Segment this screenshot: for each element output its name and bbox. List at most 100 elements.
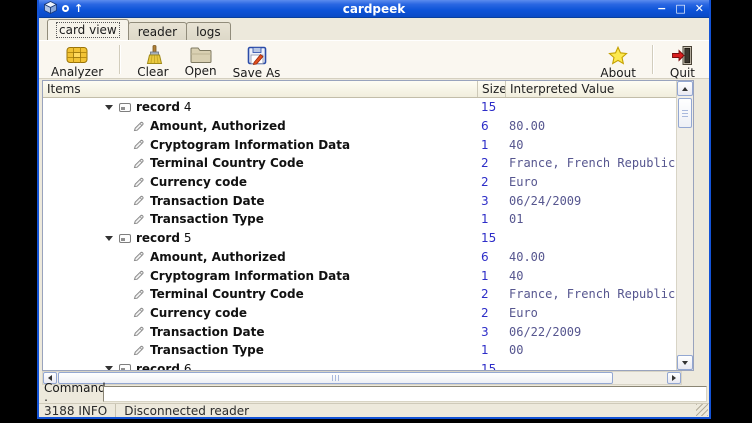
item-interpreted-value: France, French Republic bbox=[505, 156, 676, 170]
folder-icon bbox=[189, 45, 213, 64]
broom-icon bbox=[142, 45, 164, 65]
tree-row[interactable]: Transaction Type 1 01 bbox=[43, 210, 676, 229]
tree-row[interactable]: Cryptogram Information Data 1 40 bbox=[43, 135, 676, 154]
floppy-save-as-icon bbox=[246, 45, 268, 66]
expander-icon[interactable] bbox=[105, 105, 113, 110]
record-icon bbox=[119, 234, 131, 243]
tree-row[interactable]: Transaction Date 3 06/22/2009 bbox=[43, 322, 676, 341]
scroll-right-button[interactable] bbox=[667, 372, 681, 384]
pencil-icon bbox=[132, 269, 145, 282]
quit-button[interactable]: Quit bbox=[662, 42, 703, 77]
tree-row[interactable]: Transaction Date 3 06/24/2009 bbox=[43, 191, 676, 210]
command-input[interactable] bbox=[103, 386, 707, 402]
item-interpreted-value: 40 bbox=[505, 269, 676, 283]
vertical-scrollbar-thumb[interactable] bbox=[678, 98, 692, 128]
item-interpreted-value: Euro bbox=[505, 175, 676, 189]
item-name: record bbox=[136, 362, 180, 370]
item-interpreted-value: Euro bbox=[505, 306, 676, 320]
item-name: Cryptogram Information Data bbox=[150, 138, 350, 152]
close-icon[interactable]: ✕ bbox=[695, 3, 704, 14]
minimize-icon[interactable]: − bbox=[657, 3, 666, 14]
column-header-size[interactable]: Size bbox=[477, 81, 505, 97]
item-id: 6 bbox=[184, 362, 192, 370]
status-message: Disconnected reader bbox=[116, 404, 249, 418]
item-interpreted-value: 01 bbox=[505, 212, 676, 226]
item-name: Transaction Type bbox=[150, 343, 264, 357]
tree-row[interactable]: record 6 15 bbox=[43, 360, 676, 370]
tree-row[interactable]: Terminal Country Code 2 France, French R… bbox=[43, 154, 676, 173]
item-name: Terminal Country Code bbox=[150, 156, 304, 170]
item-name: Transaction Type bbox=[150, 212, 264, 226]
item-name: Amount, Authorized bbox=[150, 250, 286, 264]
expander-icon[interactable] bbox=[105, 236, 113, 241]
pencil-icon bbox=[132, 288, 145, 301]
about-button[interactable]: About bbox=[592, 42, 643, 77]
column-header-interpreted-value[interactable]: Interpreted Value bbox=[505, 81, 676, 97]
vertical-scrollbar[interactable] bbox=[676, 81, 693, 370]
tree-row[interactable]: Amount, Authorized 6 80.00 bbox=[43, 117, 676, 136]
pencil-icon bbox=[132, 325, 145, 338]
item-interpreted-value: 80.00 bbox=[505, 119, 676, 133]
tree-row[interactable]: record 4 15 bbox=[43, 98, 676, 117]
toolbar-spacer bbox=[288, 42, 592, 77]
pencil-icon bbox=[132, 194, 145, 207]
tree-row[interactable]: Transaction Type 1 00 bbox=[43, 341, 676, 360]
scroll-up-button[interactable] bbox=[677, 81, 693, 96]
exit-door-icon bbox=[671, 45, 693, 66]
expander-icon[interactable] bbox=[105, 366, 113, 370]
resize-grip[interactable] bbox=[696, 404, 708, 416]
tab-card-view[interactable]: card view bbox=[47, 19, 129, 40]
item-id: 5 bbox=[184, 231, 192, 245]
tab-logs[interactable]: logs bbox=[186, 22, 231, 40]
analyzer-button[interactable]: Analyzer bbox=[43, 42, 111, 77]
horizontal-scrollbar-thumb[interactable] bbox=[58, 372, 613, 384]
toolbar: Analyzer Clear bbox=[39, 40, 709, 79]
window-shade-arrow-icon[interactable]: ↑ bbox=[74, 2, 83, 15]
window-menu-circle-icon[interactable] bbox=[62, 5, 69, 12]
horizontal-scrollbar-trough[interactable] bbox=[57, 372, 667, 384]
item-size: 15 bbox=[477, 362, 505, 370]
status-log-id: 3188 INFO bbox=[39, 404, 116, 417]
toolbar-separator bbox=[652, 45, 654, 74]
pencil-icon bbox=[132, 120, 145, 133]
open-button[interactable]: Open bbox=[177, 42, 225, 77]
status-bar: 3188 INFO Disconnected reader bbox=[39, 403, 709, 417]
scroll-down-button[interactable] bbox=[677, 355, 693, 370]
card-tree-view: Items Size Interpreted Value record 4 15… bbox=[42, 80, 694, 371]
chip-card-icon bbox=[65, 45, 89, 65]
item-interpreted-value: France, French Republic bbox=[505, 287, 676, 301]
toolbar-separator bbox=[119, 45, 121, 74]
app-cube-icon[interactable] bbox=[44, 0, 57, 18]
item-size: 2 bbox=[477, 306, 505, 320]
item-size: 2 bbox=[477, 287, 505, 301]
item-name: record bbox=[136, 100, 180, 114]
maximize-icon[interactable]: □ bbox=[675, 3, 685, 14]
tree-row[interactable]: Currency code 2 Euro bbox=[43, 173, 676, 192]
tree-row[interactable]: Amount, Authorized 6 40.00 bbox=[43, 248, 676, 267]
item-size: 1 bbox=[477, 343, 505, 357]
column-header-items[interactable]: Items bbox=[43, 81, 477, 97]
save-as-button[interactable]: Save As bbox=[225, 42, 289, 77]
pencil-icon bbox=[132, 157, 145, 170]
item-name: Terminal Country Code bbox=[150, 287, 304, 301]
horizontal-scrollbar[interactable] bbox=[42, 371, 682, 385]
item-interpreted-value: 40 bbox=[505, 138, 676, 152]
tab-reader[interactable]: reader bbox=[128, 22, 187, 40]
pencil-icon bbox=[132, 250, 145, 263]
item-size: 1 bbox=[477, 269, 505, 283]
item-name: Cryptogram Information Data bbox=[150, 269, 350, 283]
tree-row[interactable]: Cryptogram Information Data 1 40 bbox=[43, 266, 676, 285]
item-name: Currency code bbox=[150, 175, 247, 189]
titlebar[interactable]: ↑ cardpeek − □ ✕ bbox=[39, 0, 709, 18]
item-size: 1 bbox=[477, 212, 505, 226]
tree-rows: record 4 15 Amount, Authorized 6 80.00 C bbox=[43, 98, 676, 370]
record-icon bbox=[119, 103, 131, 112]
tree-row[interactable]: Currency code 2 Euro bbox=[43, 304, 676, 323]
item-name: Transaction Date bbox=[150, 325, 265, 339]
tree-row[interactable]: record 5 15 bbox=[43, 229, 676, 248]
pencil-icon bbox=[132, 306, 145, 319]
record-icon bbox=[119, 364, 131, 370]
tree-row[interactable]: Terminal Country Code 2 France, French R… bbox=[43, 285, 676, 304]
item-size: 15 bbox=[477, 231, 505, 245]
clear-button[interactable]: Clear bbox=[129, 42, 176, 77]
